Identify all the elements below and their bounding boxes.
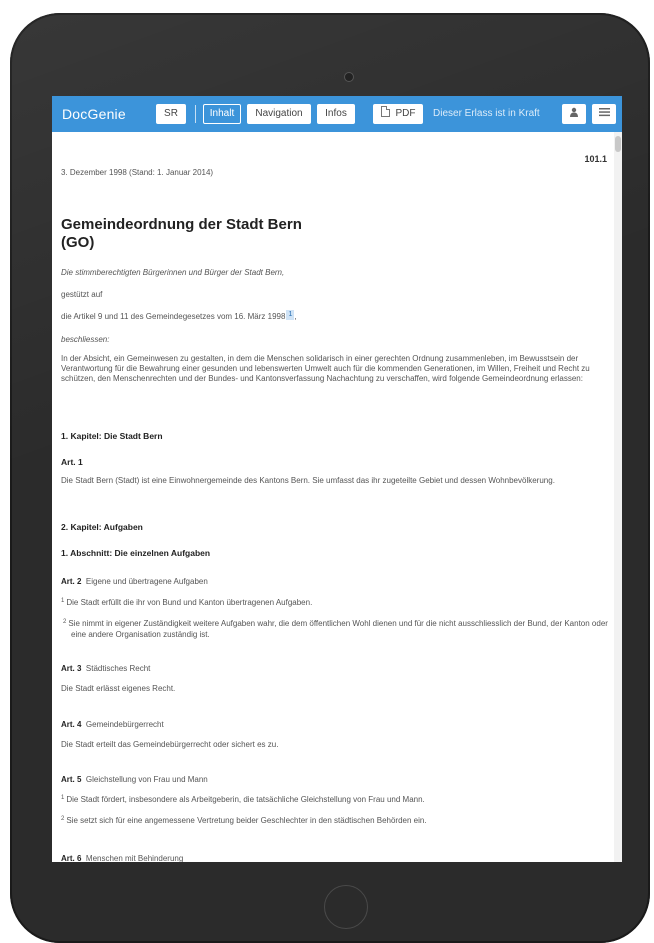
- art-2-para-1-text: Die Stadt erfüllt die ihr von Bund und K…: [66, 598, 313, 607]
- art-2-para-1: 1 Die Stadt erfüllt die ihr von Bund und …: [61, 598, 601, 609]
- art-2-para-2-text: Sie nimmt in eigener Zuständigkeit weite…: [68, 619, 608, 639]
- art-3-heading[interactable]: Art. 3 Städtisches Recht: [61, 664, 601, 674]
- art-6-name: Menschen mit Behinderung: [85, 854, 184, 862]
- document-date: 3. Dezember 1998 (Stand: 1. Januar 2014): [61, 168, 214, 177]
- art-1-text: Die Stadt Bern (Stadt) ist eine Einwohne…: [61, 476, 555, 485]
- art-2-heading[interactable]: Art. 2 Eigene und übertragene Aufgaben: [61, 577, 601, 587]
- brand-logo[interactable]: DocGenie: [62, 106, 126, 122]
- art-5-name: Gleichstellung von Frau und Mann: [85, 775, 208, 784]
- document-title: Gemeindeordnung der Stadt Bern (GO): [61, 216, 302, 252]
- intro-line-3: die Artikel 9 und 11 des Gemeindegesetze…: [61, 310, 601, 323]
- screen: DocGenie SR Inhalt Navigation Infos PDF …: [52, 96, 622, 862]
- art-2-number: Art. 2: [61, 577, 82, 586]
- in-force-status: Dieser Erlass ist in Kraft: [433, 108, 540, 119]
- art-5-heading[interactable]: Art. 5 Gleichstellung von Frau und Mann: [61, 775, 601, 785]
- home-button[interactable]: [324, 885, 368, 929]
- art-6-number: Art. 6: [61, 854, 82, 862]
- pdf-button[interactable]: PDF: [373, 104, 423, 124]
- camera-icon: [344, 72, 354, 82]
- tab-navigation[interactable]: Navigation: [247, 104, 311, 124]
- intro-line-3-end: ,: [294, 312, 297, 321]
- section-1-heading[interactable]: 1. Abschnitt: Die einzelnen Aufgaben: [61, 548, 210, 558]
- sr-number: 101.1: [584, 154, 607, 164]
- art-4-text: Die Stadt erteilt das Gemeindebürgerrech…: [61, 740, 279, 749]
- title-line-2: (GO): [61, 234, 95, 251]
- menu-button[interactable]: [592, 104, 616, 124]
- chapter-2-heading[interactable]: 2. Kapitel: Aufgaben: [61, 522, 143, 532]
- art-4-heading[interactable]: Art. 4 Gemeindebürgerrecht: [61, 720, 601, 730]
- art-2-name: Eigene und übertragene Aufgaben: [85, 577, 208, 586]
- intro-line-2: gestützt auf: [61, 290, 103, 299]
- art-4-name: Gemeindebürgerrecht: [85, 720, 164, 729]
- toolbar-divider: [195, 105, 196, 123]
- top-navigation-bar: DocGenie SR Inhalt Navigation Infos PDF …: [52, 96, 622, 132]
- art-3-name: Städtisches Recht: [85, 664, 151, 673]
- art-4-number: Art. 4: [61, 720, 82, 729]
- intro-line-1: Die stimmberechtigten Bürgerinnen und Bü…: [61, 268, 285, 277]
- scrollbar-thumb[interactable]: [615, 136, 621, 152]
- intro-line-3-text: die Artikel 9 und 11 des Gemeindegesetze…: [61, 312, 286, 321]
- art-6-heading[interactable]: Art. 6 Menschen mit Behinderung: [61, 854, 601, 862]
- art-5-para-1-text: Die Stadt fördert, insbesondere als Arbe…: [66, 795, 425, 804]
- tab-inhalt[interactable]: Inhalt: [203, 104, 241, 124]
- tab-infos[interactable]: Infos: [317, 104, 355, 124]
- footnote-link[interactable]: 1: [286, 310, 295, 320]
- art-1-heading[interactable]: Art. 1: [61, 457, 83, 467]
- para-number: 2: [61, 816, 65, 822]
- art-2-para-2: 2 Sie nimmt in eigener Zuständigkeit weit…: [61, 619, 611, 640]
- art-5-para-1: 1 Die Stadt fördert, insbesondere als Arb…: [61, 795, 601, 806]
- art-5-number: Art. 5: [61, 775, 82, 784]
- user-icon: [570, 107, 578, 117]
- para-number: 2: [63, 619, 67, 625]
- art-5-para-2-text: Sie setzt sich für eine angemessene Vert…: [66, 816, 427, 825]
- preamble: In der Absicht, ein Gemeinwesen zu gesta…: [61, 354, 590, 383]
- pdf-file-icon: [380, 106, 390, 117]
- pdf-button-label: PDF: [395, 108, 416, 119]
- para-number: 1: [61, 598, 65, 604]
- sr-button[interactable]: SR: [156, 104, 186, 124]
- para-number: 1: [61, 795, 65, 801]
- user-button[interactable]: [562, 104, 586, 124]
- art-5-para-2: 2 Sie setzt sich für eine angemessene Ver…: [61, 816, 601, 827]
- intro-line-4: beschliessen:: [61, 335, 110, 344]
- scrollbar-track[interactable]: [614, 132, 622, 862]
- menu-icon: [598, 108, 610, 117]
- title-line-1: Gemeindeordnung der Stadt Bern: [61, 216, 302, 233]
- art-3-text: Die Stadt erlässt eigenes Recht.: [61, 684, 176, 693]
- art-3-number: Art. 3: [61, 664, 82, 673]
- document-content: 101.1 3. Dezember 1998 (Stand: 1. Januar…: [61, 132, 608, 862]
- chapter-1-heading[interactable]: 1. Kapitel: Die Stadt Bern: [61, 431, 163, 441]
